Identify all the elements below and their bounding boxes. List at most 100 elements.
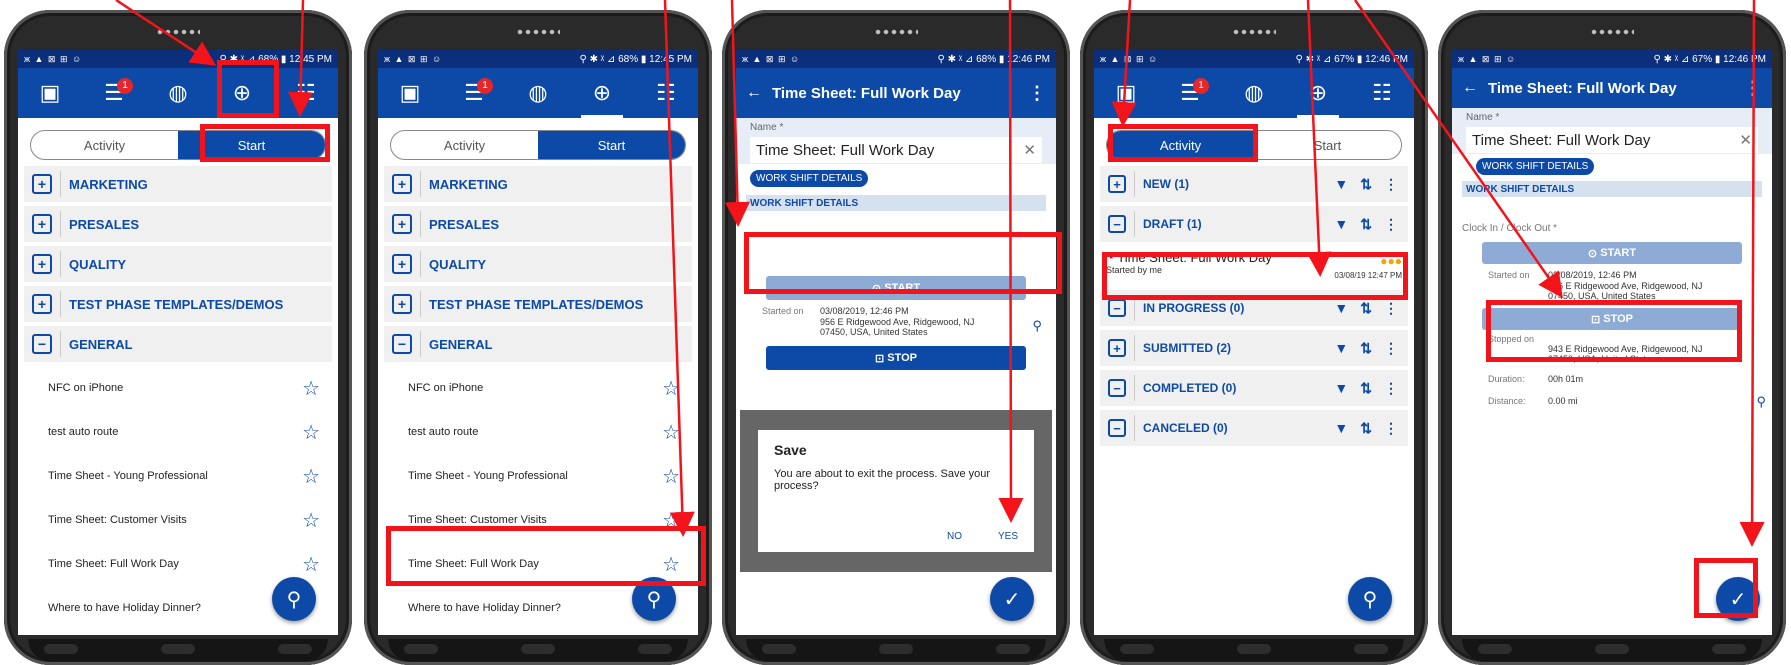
star-icon[interactable]: ☆ (662, 420, 680, 445)
process-item[interactable]: test auto route ☆ (18, 410, 338, 454)
expand-icon: + (32, 294, 52, 314)
filter-icon[interactable]: ▼ (1334, 340, 1348, 357)
filter-icon[interactable]: ▼ (1334, 380, 1348, 397)
back-arrow-icon[interactable]: ← (1462, 79, 1478, 97)
category-row[interactable]: + QUALITY (24, 246, 332, 282)
group-label: NEW (1) (1143, 177, 1189, 191)
more-vert-icon[interactable]: ⋮ (1384, 420, 1398, 437)
section-chip[interactable]: WORK SHIFT DETAILS (750, 170, 869, 187)
group-row-submitted[interactable]: + SUBMITTED (2) ▼ ⇅ ⋮ (1100, 330, 1408, 366)
more-vert-icon[interactable]: ⋮ (1384, 380, 1398, 397)
category-row[interactable]: + TEST PHASE TEMPLATES/DEMOS (384, 286, 692, 322)
sort-icon[interactable]: ⇅ (1360, 380, 1372, 397)
notification-badge: 1 (117, 78, 133, 94)
tab-contacts[interactable]: ▣ (1105, 72, 1147, 114)
category-row[interactable]: + MARKETING (24, 166, 332, 202)
process-item[interactable]: Time Sheet: Customer Visits ☆ (18, 498, 338, 542)
tab-inbox[interactable]: ☰ 1 (453, 72, 495, 114)
sort-icon[interactable]: ⇅ (1360, 300, 1372, 317)
group-label: IN PROGRESS (0) (1143, 301, 1245, 315)
star-icon[interactable]: ☆ (302, 552, 320, 577)
yes-button[interactable]: YES (998, 531, 1018, 542)
start-button[interactable]: ⊙ START (1482, 242, 1742, 264)
more-vert-icon[interactable]: ⋮ (1028, 83, 1046, 104)
sort-icon[interactable]: ⇅ (1360, 420, 1372, 437)
process-item[interactable]: NFC on iPhone ☆ (18, 366, 338, 410)
more-vert-icon[interactable]: ⋮ (1744, 78, 1762, 99)
started-on-value: 03/08/2019, 12:46 PM (1548, 270, 1637, 280)
more-vert-icon[interactable]: ⋮ (1384, 340, 1398, 357)
star-icon[interactable]: ☆ (302, 420, 320, 445)
more-vert-icon[interactable]: ⋮ (1384, 216, 1398, 233)
section-chip[interactable]: WORK SHIFT DETAILS (1476, 158, 1595, 175)
tab-contacts[interactable]: ▣ (29, 72, 71, 114)
star-icon[interactable]: ☆ (662, 376, 680, 401)
status-right: ⚲ ✱ ᵡ ⊿ 67% ▮ 12:46 PM (1295, 53, 1408, 65)
tab-tasks[interactable]: ◍ (1233, 72, 1275, 114)
highlight-submit-button (1694, 558, 1758, 618)
group-label: CANCELED (0) (1143, 421, 1228, 435)
tab-contacts[interactable]: ▣ (389, 72, 431, 114)
process-label: NFC on iPhone (408, 382, 484, 394)
more-vert-icon[interactable]: ⋮ (1384, 300, 1398, 317)
process-item[interactable]: Time Sheet - Young Professional ☆ (18, 454, 338, 498)
back-arrow-icon[interactable]: ← (746, 84, 762, 102)
no-button[interactable]: NO (947, 531, 962, 542)
clear-icon[interactable]: ✕ (1023, 141, 1036, 159)
star-icon[interactable]: ☆ (302, 376, 320, 401)
group-row-canceled[interactable]: − CANCELED (0) ▼ ⇅ ⋮ (1100, 410, 1408, 446)
status-icons: ж ▲ ⊠ ⊞ ☺ (24, 53, 83, 64)
category-row[interactable]: − GENERAL (384, 326, 692, 362)
search-button[interactable]: ⚲ (1348, 577, 1392, 621)
star-icon[interactable]: ☆ (302, 508, 320, 533)
segment-start[interactable]: Start (1254, 131, 1401, 159)
category-row[interactable]: + MARKETING (384, 166, 692, 202)
more-vert-icon[interactable]: ⋮ (1384, 176, 1398, 193)
submit-button[interactable]: ✓ (990, 577, 1034, 621)
segment-activity[interactable]: Activity (31, 131, 178, 159)
tab-settings[interactable]: ☷ (645, 72, 687, 114)
location-pin-icon[interactable]: ⚲ (1756, 394, 1766, 410)
location-pin-icon[interactable]: ⚲ (1032, 318, 1042, 334)
tab-inbox[interactable]: ☰ 1 (93, 72, 135, 114)
search-button[interactable]: ⚲ (272, 577, 316, 621)
segment-start[interactable]: Start (538, 131, 685, 159)
tab-processes[interactable]: ⊕ (1297, 72, 1339, 118)
group-row-new[interactable]: + NEW (1) ▼ ⇅ ⋮ (1100, 166, 1408, 202)
filter-icon[interactable]: ▼ (1334, 420, 1348, 437)
group-row-draft[interactable]: − DRAFT (1) ▼ ⇅ ⋮ (1100, 206, 1408, 242)
tab-tasks[interactable]: ◍ (517, 72, 559, 114)
process-item[interactable]: NFC on iPhone ☆ (378, 366, 698, 410)
settings-list-icon: ☷ (1372, 80, 1392, 105)
sort-icon[interactable]: ⇅ (1360, 340, 1372, 357)
process-item[interactable]: Time Sheet - Young Professional ☆ (378, 454, 698, 498)
sort-icon[interactable]: ⇅ (1360, 216, 1372, 233)
filter-icon[interactable]: ▼ (1334, 300, 1348, 317)
category-row[interactable]: − GENERAL (24, 326, 332, 362)
star-icon[interactable]: ☆ (302, 464, 320, 489)
phone-bottom (1462, 639, 1762, 661)
category-row[interactable]: + TEST PHASE TEMPLATES/DEMOS (24, 286, 332, 322)
category-row[interactable]: + PRESALES (24, 206, 332, 242)
name-input[interactable]: Time Sheet: Full Work Day ✕ (750, 137, 1042, 163)
clock-label: Clock In / Clock Out * (1462, 223, 1558, 234)
name-input[interactable]: Time Sheet: Full Work Day ✕ (1466, 127, 1758, 153)
group-label: COMPLETED (0) (1143, 381, 1237, 395)
category-row[interactable]: + QUALITY (384, 246, 692, 282)
sort-icon[interactable]: ⇅ (1360, 176, 1372, 193)
tab-tasks[interactable]: ◍ (157, 72, 199, 114)
tab-settings[interactable]: ☷ (1361, 72, 1403, 114)
segment-activity[interactable]: Activity (391, 131, 538, 159)
group-row-completed[interactable]: − COMPLETED (0) ▼ ⇅ ⋮ (1100, 370, 1408, 406)
stop-button[interactable]: ⊡ STOP (766, 346, 1026, 370)
clear-icon[interactable]: ✕ (1739, 131, 1752, 149)
tab-settings[interactable]: ☷ (285, 72, 327, 114)
category-row[interactable]: + PRESALES (384, 206, 692, 242)
filter-icon[interactable]: ▼ (1334, 216, 1348, 233)
process-item[interactable]: test auto route ☆ (378, 410, 698, 454)
highlight-activity-segment (1108, 124, 1258, 162)
filter-icon[interactable]: ▼ (1334, 176, 1348, 193)
tab-processes[interactable]: ⊕ (581, 72, 623, 118)
star-icon[interactable]: ☆ (662, 464, 680, 489)
tab-inbox[interactable]: ☰ 1 (1169, 72, 1211, 114)
